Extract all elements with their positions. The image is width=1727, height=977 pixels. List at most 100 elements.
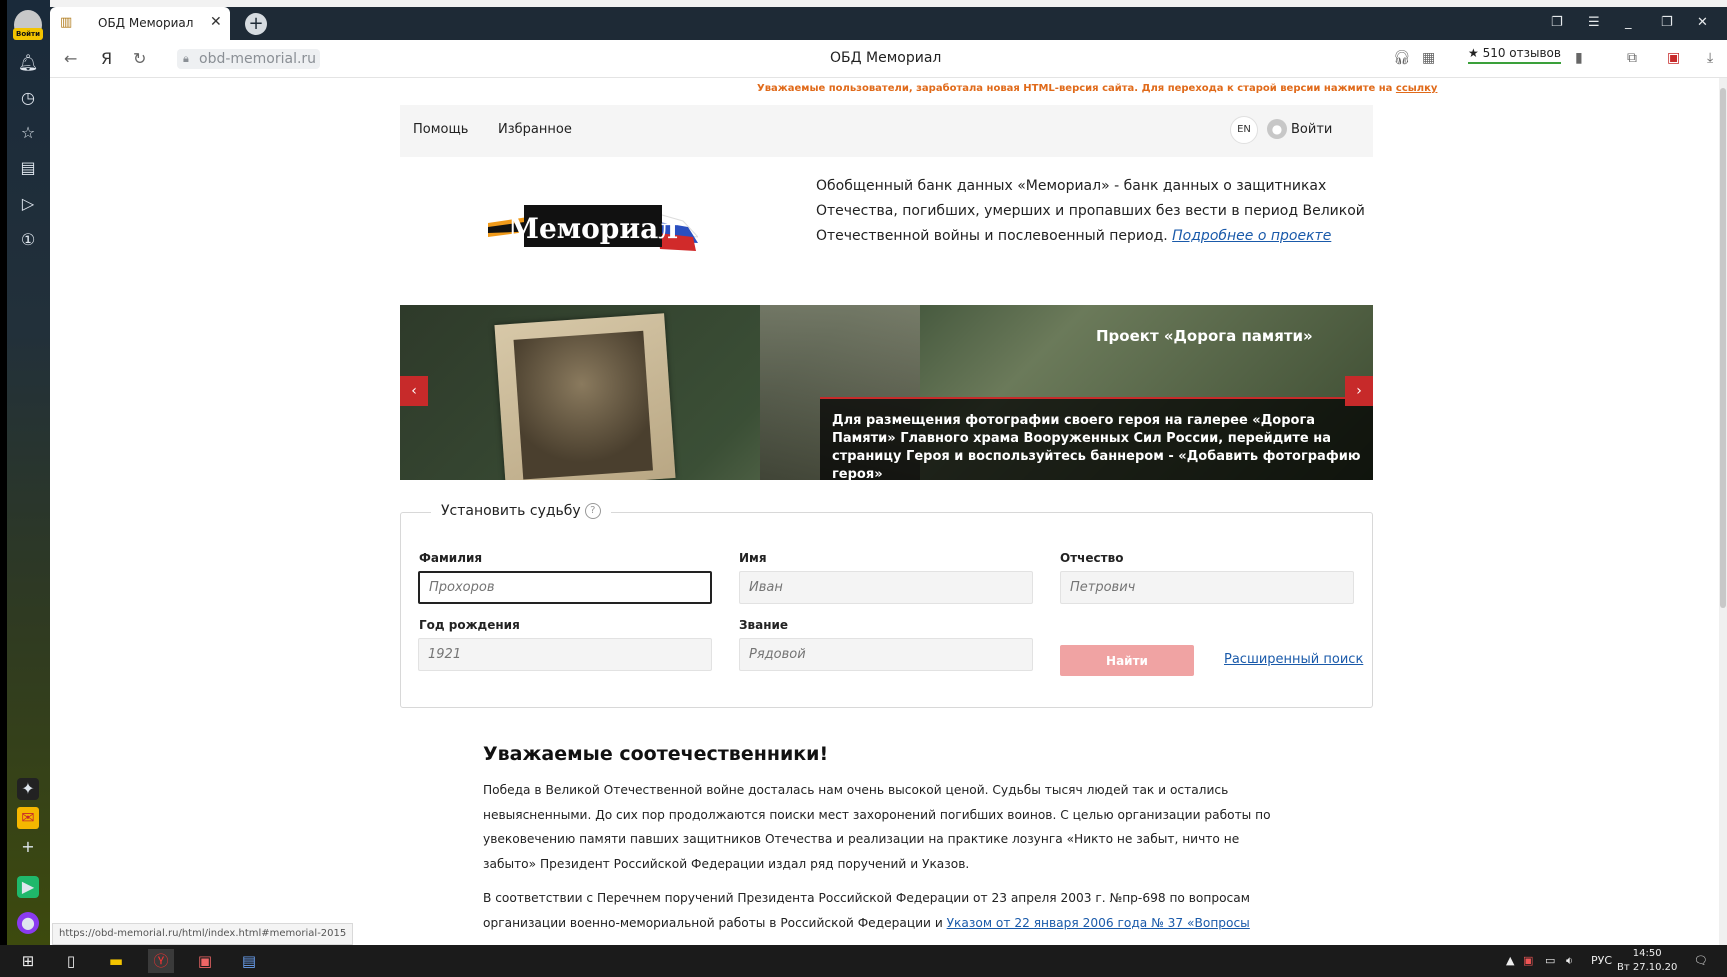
search-legend-text: Установить судьбу	[441, 503, 581, 519]
bookmarks-manager-icon[interactable]: ❐	[1551, 15, 1563, 30]
birth-year-label: Год рождения	[419, 618, 520, 632]
add-icon[interactable]: +	[17, 836, 39, 858]
notifications-icon[interactable]: 🗨︎	[1694, 954, 1708, 967]
rank-field[interactable]	[739, 638, 1033, 671]
file-explorer-icon[interactable]: ▬	[103, 949, 129, 973]
network-icon[interactable]: ▭	[1545, 954, 1555, 967]
decree-link[interactable]: Указом от 22 января 2006 года № 37 «Вопр…	[947, 916, 1250, 930]
collections-icon[interactable]: ▤	[17, 157, 39, 179]
banner-prev-button[interactable]: ‹	[400, 376, 428, 406]
url-text: obd-memorial.ru	[199, 51, 317, 67]
scrollbar-thumb[interactable]	[1720, 88, 1726, 608]
article-heading: Уважаемые соотечественники!	[483, 743, 829, 765]
system-clock[interactable]: 14:50 Вт 27.10.20	[1617, 947, 1677, 975]
tab-active[interactable]: ▥ ОБД Мемориал ✕	[50, 7, 230, 40]
task-view-icon[interactable]: ▯	[58, 949, 84, 973]
surname-field[interactable]	[418, 571, 712, 604]
restore-icon[interactable]: ❐	[1661, 15, 1673, 30]
sparkle-icon[interactable]: ✦	[17, 778, 39, 800]
old-version-link[interactable]: ссылку	[1396, 83, 1438, 94]
tab-title: ОБД Мемориал	[98, 16, 194, 30]
clock-date: Вт 27.10.20	[1617, 962, 1678, 973]
memorial-logo[interactable]: Мемориал	[488, 193, 700, 265]
advanced-search-link[interactable]: Расширенный поиск	[1224, 652, 1363, 667]
extensions-icon[interactable]: ⧉	[1627, 50, 1637, 66]
input-language[interactable]: РУС	[1591, 954, 1612, 967]
article: Уважаемые соотечественники! Победа в Вел…	[483, 743, 1283, 945]
language-switch[interactable]: EN	[1230, 116, 1258, 144]
star-icon[interactable]: ☆	[17, 122, 39, 144]
player-app-icon[interactable]: ▶	[17, 876, 39, 898]
volume-icon[interactable]: 🔉︎	[1566, 954, 1573, 968]
soldier-photo	[494, 313, 676, 480]
nav-favorites-link[interactable]: Избранное	[498, 122, 572, 137]
birth-year-field[interactable]	[418, 638, 712, 671]
nav-help-link[interactable]: Помощь	[413, 122, 468, 137]
new-version-notice: Уважаемые пользователи, заработала новая…	[757, 83, 1437, 94]
reviews-badge[interactable]: ★ 510 отзывов	[1468, 46, 1561, 64]
login-badge: Войти	[13, 28, 43, 40]
lock-icon: 🔒︎	[183, 52, 189, 65]
close-window-icon[interactable]: ✕	[1697, 15, 1708, 30]
pdf-app-taskbar-icon[interactable]: ▣	[192, 949, 218, 973]
article-paragraph-1: Победа в Великой Отечественной войне дос…	[483, 783, 1271, 871]
patronymic-field[interactable]	[1060, 571, 1354, 604]
yandex-icon[interactable]: Я	[101, 49, 112, 68]
tray-expand-icon[interactable]: ▲	[1506, 954, 1514, 967]
site-login-link[interactable]: ● Войти	[1267, 119, 1332, 139]
reload-icon[interactable]: ↻	[133, 49, 146, 68]
about-project-link[interactable]: Подробнее о проекте	[1172, 228, 1331, 244]
notice-text: Уважаемые пользователи, заработала новая…	[757, 83, 1396, 94]
back-icon[interactable]: ←	[64, 49, 77, 68]
antivirus-tray-icon[interactable]: ▣	[1523, 954, 1533, 967]
clock-time: 14:50	[1632, 948, 1662, 959]
help-icon[interactable]: ?	[584, 503, 601, 519]
banner-title: Проект «Дорога памяти»	[1096, 327, 1313, 345]
status-url-tooltip: https://obd-memorial.ru/html/index.html#…	[52, 923, 354, 945]
rank-label: Звание	[739, 618, 789, 632]
name-label: Имя	[739, 551, 767, 565]
new-tab-button[interactable]: +	[245, 13, 267, 35]
memorial-logo-graphic: Мемориал	[488, 205, 700, 251]
document-app-taskbar-icon[interactable]: ▤	[236, 949, 262, 973]
tabs-counter-icon[interactable]: ①	[17, 229, 39, 251]
scrollbar[interactable]	[1719, 78, 1727, 945]
bookmark-icon[interactable]: ▮	[1575, 50, 1583, 66]
play-icon[interactable]: ▷	[17, 193, 39, 215]
soldier-portrait	[513, 330, 653, 480]
profile-avatar[interactable]: Войти	[13, 10, 43, 40]
site-login-label: Войти	[1291, 122, 1333, 137]
headphones-icon[interactable]: 🎧︎	[1393, 50, 1411, 66]
alice-icon[interactable]: ●	[17, 912, 39, 934]
tab-close-icon[interactable]: ✕	[210, 14, 222, 30]
yandex-browser-taskbar-icon[interactable]: Ⓨ	[148, 949, 174, 973]
memorial-favicon-icon: ▥	[60, 15, 73, 30]
reader-icon[interactable]: ▦	[1422, 50, 1435, 66]
menu-icon[interactable]: ☰	[1588, 15, 1600, 30]
page-title: ОБД Мемориал	[830, 50, 942, 66]
banner-next-button[interactable]: ›	[1345, 376, 1373, 406]
banner-caption: Для размещения фотографии своего героя н…	[820, 397, 1373, 480]
taskbar: ⊞ ▯ ▬ Ⓨ ▣ ▤ ▲ ▣ ▭ 🔉︎ РУС 14:50 Вт 27.10.…	[0, 945, 1727, 977]
promo-banner[interactable]: Проект «Дорога памяти» Для размещения фо…	[400, 305, 1373, 480]
search-legend: Установить судьбу?	[431, 503, 611, 519]
surname-label: Фамилия	[419, 551, 483, 565]
pdf-extension-icon[interactable]: ▣	[1667, 50, 1680, 66]
url-field[interactable]: 🔒︎ obd-memorial.ru	[177, 49, 321, 69]
patronymic-label: Отчество	[1060, 551, 1124, 565]
site-header-nav: Помощь Избранное EN ● Войти	[400, 105, 1373, 157]
windows-start-icon[interactable]: ⊞	[15, 949, 41, 973]
browser-window: Войти 🔔︎ ◷ ☆ ▤ ▷ ① ✦ ✉ + ▶ ● ▥ ОБД Мемор…	[0, 0, 1727, 977]
minimize-icon[interactable]: _	[1625, 15, 1632, 30]
name-field[interactable]	[739, 571, 1033, 604]
screen-edge	[0, 0, 7, 945]
tab-strip: ▥ ОБД Мемориал ✕ + ❐ ☰ _ ❐ ✕	[50, 7, 1727, 40]
user-icon: ●	[1267, 119, 1287, 139]
mail-icon[interactable]: ✉	[17, 807, 39, 829]
history-icon[interactable]: ◷	[17, 87, 39, 109]
bell-icon[interactable]: 🔔︎	[17, 52, 39, 74]
find-button[interactable]: Найти	[1060, 645, 1194, 676]
article-paragraph-2: В соответствии с Перечнем поручений През…	[483, 886, 1283, 935]
banner-caption-text: Для размещения фотографии своего героя н…	[832, 413, 1361, 480]
download-icon[interactable]: ⤓	[1707, 50, 1713, 66]
